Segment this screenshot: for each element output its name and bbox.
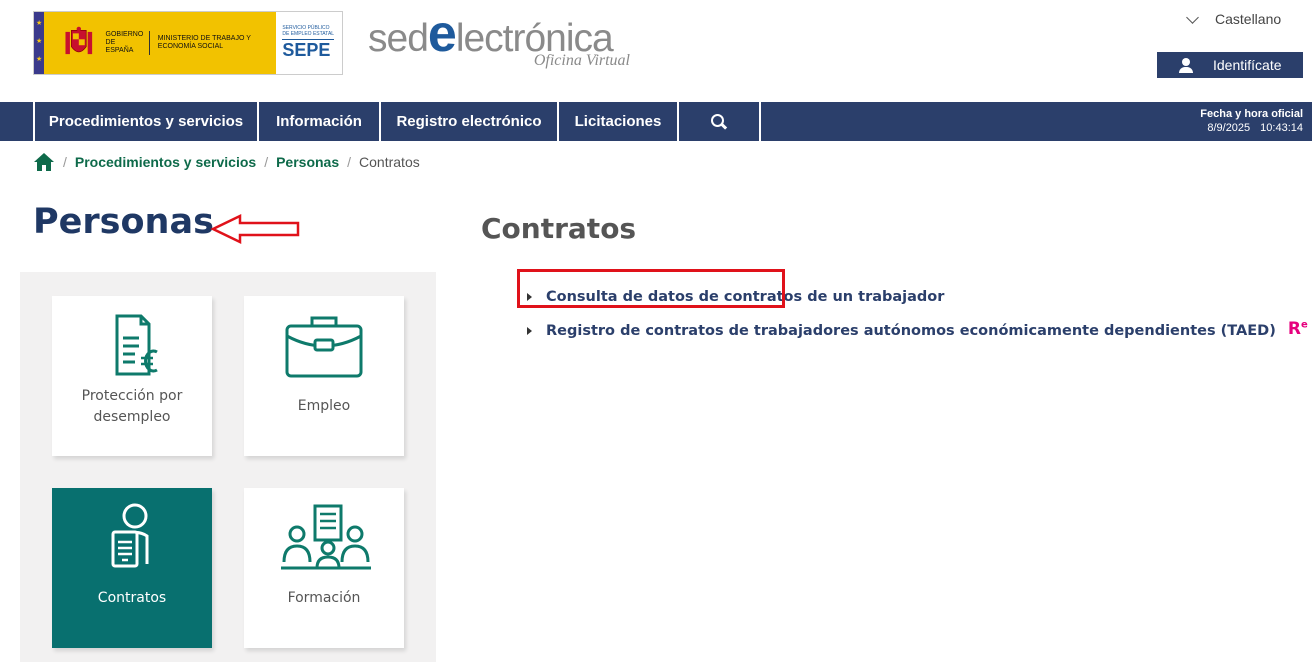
category-panel: Protección por desempleo Empleo Contrato…	[20, 272, 436, 662]
user-icon	[1179, 58, 1193, 73]
section-title: Personas	[33, 202, 214, 242]
registro-electronico-badge: Re	[1287, 319, 1308, 339]
eu-flag-icon: ★ ★ ★	[34, 12, 44, 74]
card-proteccion-desempleo[interactable]: Protección por desempleo	[52, 296, 212, 456]
sede-electronica-logo[interactable]: sedelectrónica Oficina Virtual	[368, 8, 630, 72]
nav-search-button[interactable]	[679, 102, 761, 141]
official-datetime: Fecha y hora oficial 8/9/2025 10:43:14	[1200, 108, 1303, 134]
nav-informacion[interactable]: Información	[259, 102, 381, 141]
card-empleo[interactable]: Empleo	[244, 296, 404, 456]
gov-name: GOBIERNO DE ESPAÑA	[106, 31, 150, 55]
login-label: Identifícate	[1213, 57, 1282, 73]
search-icon	[711, 113, 727, 130]
annotation-arrow-icon	[210, 214, 300, 244]
breadcrumb-personas[interactable]: Personas	[276, 154, 339, 170]
sede-subtitle: Oficina Virtual	[533, 52, 630, 69]
official-date: 8/9/2025	[1207, 122, 1251, 134]
site-header: ★ ★ ★ GOBIERNO DE ESPAÑA MINISTERIO DE T…	[0, 0, 1312, 102]
government-logo[interactable]: ★ ★ ★ GOBIERNO DE ESPAÑA MINISTERIO DE T…	[33, 11, 343, 75]
contract-person-icon	[111, 503, 149, 568]
content-title: Contratos	[481, 212, 637, 245]
official-time: 10:43:14	[1260, 122, 1303, 134]
nav-licitaciones[interactable]: Licitaciones	[559, 102, 679, 141]
card-label: Protección por desempleo	[81, 388, 183, 425]
briefcase-icon	[285, 316, 363, 378]
language-label: Castellano	[1215, 11, 1282, 27]
nav-registro[interactable]: Registro electrónico	[381, 102, 559, 141]
card-contratos[interactable]: Contratos	[52, 488, 212, 648]
ministry-name: MINISTERIO DE TRABAJO Y ECONOMÍA SOCIAL	[157, 35, 251, 50]
annotation-highlight-box	[517, 269, 785, 308]
main-nav: Procedimientos y servicios Información R…	[0, 102, 1312, 141]
login-button[interactable]: Identifícate	[1157, 52, 1303, 78]
card-label: Empleo	[297, 398, 351, 414]
nav-procedimientos[interactable]: Procedimientos y servicios	[33, 102, 259, 141]
triangle-right-icon	[527, 327, 532, 335]
sepe-logo: SERVICIO PÚBLICO DE EMPLEO ESTATAL SEPE	[276, 12, 342, 74]
card-label: Contratos	[97, 590, 167, 606]
card-label: Formación	[287, 590, 361, 606]
chevron-down-icon	[1186, 10, 1199, 24]
language-selector[interactable]: Castellano	[1186, 10, 1282, 27]
document-euro-icon	[115, 314, 158, 376]
breadcrumb: / Procedimientos y servicios / Personas …	[33, 152, 420, 172]
coat-of-arms-icon	[65, 26, 93, 55]
breadcrumb-current: Contratos	[359, 154, 420, 170]
breadcrumb-procedimientos[interactable]: Procedimientos y servicios	[75, 154, 256, 170]
training-group-icon	[281, 504, 371, 570]
home-icon[interactable]	[33, 152, 55, 172]
list-item: Registro de contratos de trabajadores au…	[527, 314, 1308, 348]
card-formacion[interactable]: Formación	[244, 488, 404, 648]
link-registro-taed[interactable]: Registro de contratos de trabajadores au…	[546, 323, 1276, 339]
